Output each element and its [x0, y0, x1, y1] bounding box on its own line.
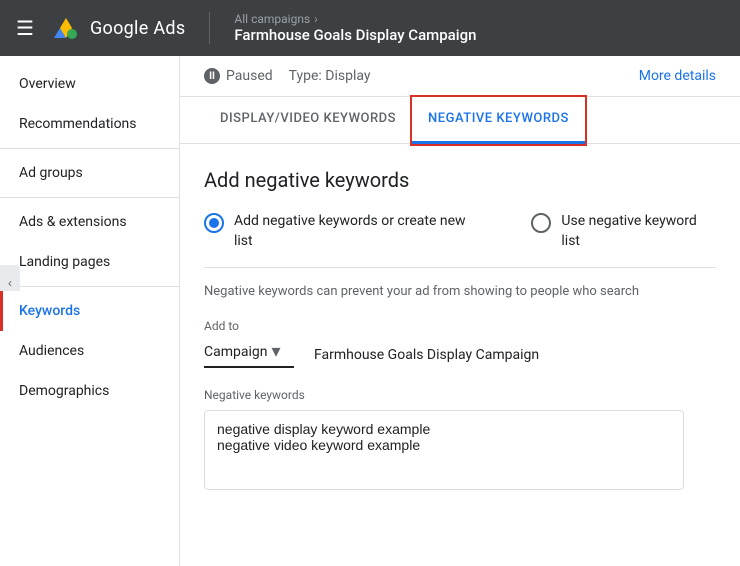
radio-option-create[interactable]: Add negative keywords or create new list [204, 212, 483, 251]
sidebar-divider-3 [0, 286, 179, 287]
breadcrumb-top: All campaigns › [234, 12, 476, 26]
logo-text: Google Ads [90, 18, 185, 39]
status-text: Paused [226, 68, 273, 84]
radio-unchecked-icon [531, 213, 551, 233]
add-to-label: Add to [204, 319, 716, 333]
info-text: Negative keywords can prevent your ad fr… [204, 267, 716, 299]
radio-label-use-list: Use negative keyword list [561, 212, 716, 251]
campaign-selector: Campaign ▾ Farmhouse Goals Display Campa… [204, 341, 716, 368]
header-divider [209, 12, 210, 44]
sidebar-item-landing-pages[interactable]: Landing pages [0, 242, 179, 282]
neg-keywords-label: Negative keywords [204, 388, 716, 402]
radio-option-use-list[interactable]: Use negative keyword list [531, 212, 716, 251]
campaign-title: Farmhouse Goals Display Campaign [234, 26, 476, 44]
sidebar-item-ad-groups[interactable]: Ad groups [0, 153, 179, 193]
content-area: Add negative keywords Add negative keywo… [180, 144, 740, 566]
tab-display-video[interactable]: DISPLAY/VIDEO KEYWORDS [204, 97, 412, 143]
campaign-dropdown[interactable]: Campaign ▾ [204, 341, 294, 368]
paused-icon: II [204, 68, 220, 84]
campaign-status-bar: II Paused Type: Display More details [180, 56, 740, 97]
header: ☰ Google Ads All campaigns › Farmhouse G… [0, 0, 740, 56]
tabs-bar: DISPLAY/VIDEO KEYWORDS NEGATIVE KEYWORDS [180, 97, 740, 144]
main-content: II Paused Type: Display More details DIS… [180, 56, 740, 566]
menu-icon[interactable]: ☰ [16, 16, 34, 40]
google-ads-logo-icon [50, 12, 82, 44]
sidebar-item-ads-extensions[interactable]: Ads & extensions [0, 202, 179, 242]
sidebar-item-recommendations[interactable]: Recommendations [0, 104, 179, 144]
campaign-name: Farmhouse Goals Display Campaign [314, 347, 539, 363]
negative-keywords-textarea[interactable]: negative display keyword example negativ… [204, 410, 684, 490]
campaign-dropdown-label: Campaign [204, 344, 267, 360]
layout: ‹ Overview Recommendations Ad groups Ads… [0, 56, 740, 566]
sidebar-item-overview[interactable]: Overview [0, 64, 179, 104]
section-title: Add negative keywords [204, 168, 716, 192]
status-badge: II Paused [204, 68, 273, 84]
type-label: Type: Display [289, 68, 371, 84]
more-details-link[interactable]: More details [639, 68, 716, 84]
sidebar: ‹ Overview Recommendations Ad groups Ads… [0, 56, 180, 566]
breadcrumb-chevron-icon: › [314, 12, 318, 26]
radio-group: Add negative keywords or create new list… [204, 212, 716, 251]
dropdown-arrow-icon: ▾ [271, 341, 280, 362]
sidebar-item-demographics[interactable]: Demographics [0, 371, 179, 411]
radio-label-create: Add negative keywords or create new list [234, 212, 483, 251]
sidebar-divider-1 [0, 148, 179, 149]
breadcrumb: All campaigns › Farmhouse Goals Display … [234, 12, 476, 44]
radio-checked-icon [204, 213, 224, 233]
sidebar-item-audiences[interactable]: Audiences [0, 331, 179, 371]
sidebar-divider-2 [0, 197, 179, 198]
tab-negative-keywords[interactable]: NEGATIVE KEYWORDS [412, 97, 585, 144]
logo: Google Ads [50, 12, 185, 44]
breadcrumb-link[interactable]: All campaigns [234, 12, 310, 26]
sidebar-item-keywords[interactable]: Keywords [0, 291, 179, 331]
